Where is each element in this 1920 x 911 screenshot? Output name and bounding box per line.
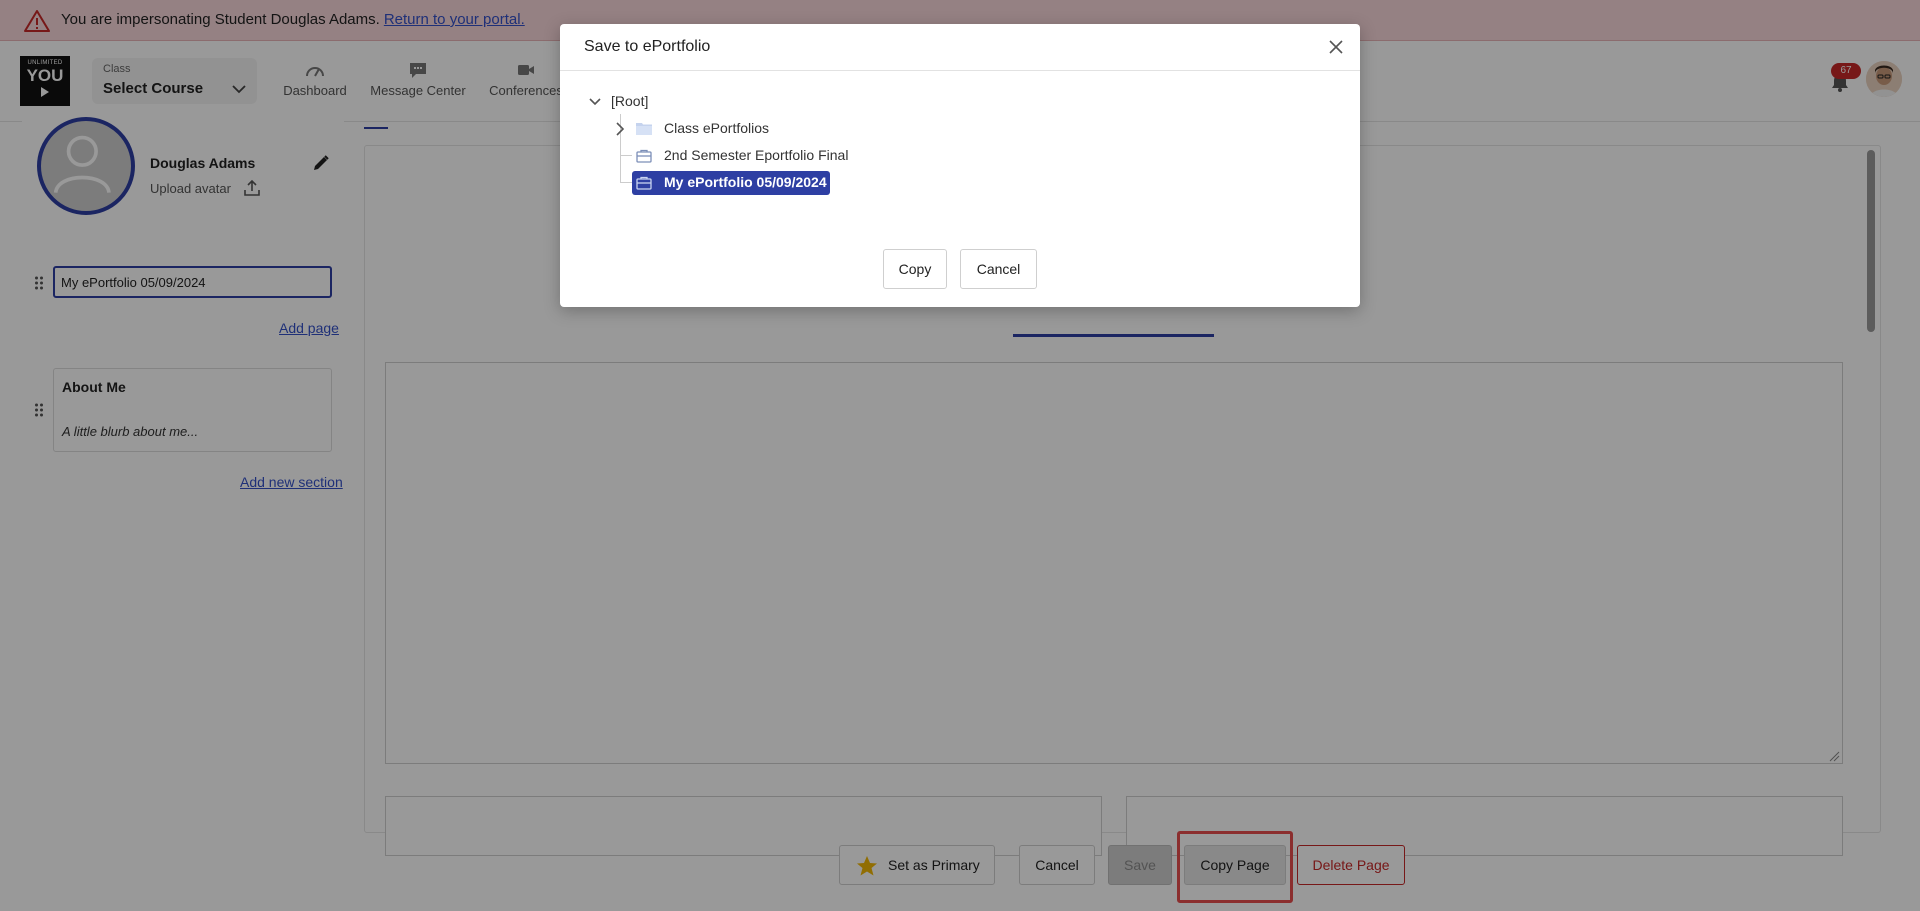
dialog-copy-button[interactable]: Copy (883, 249, 947, 289)
dialog-divider (560, 70, 1360, 71)
tree-item-class-eportfolios[interactable]: Class ePortfolios (664, 120, 769, 136)
tree-connector (620, 155, 632, 156)
tree-connector (620, 182, 632, 183)
chevron-right-icon[interactable] (615, 122, 625, 136)
portfolio-icon (636, 149, 652, 163)
tree-item-2nd-semester-eportfolio[interactable]: 2nd Semester Eportfolio Final (664, 147, 848, 163)
portfolio-icon (636, 176, 652, 190)
close-icon[interactable] (1327, 38, 1345, 56)
chevron-down-icon[interactable] (589, 97, 601, 107)
folder-icon (636, 123, 652, 135)
dialog-cancel-button[interactable]: Cancel (960, 249, 1037, 289)
dialog-title: Save to ePortfolio (584, 38, 711, 55)
tree-root[interactable]: [Root] (611, 93, 648, 109)
tree-item-my-eportfolio[interactable]: My ePortfolio 05/09/2024 (664, 174, 827, 190)
